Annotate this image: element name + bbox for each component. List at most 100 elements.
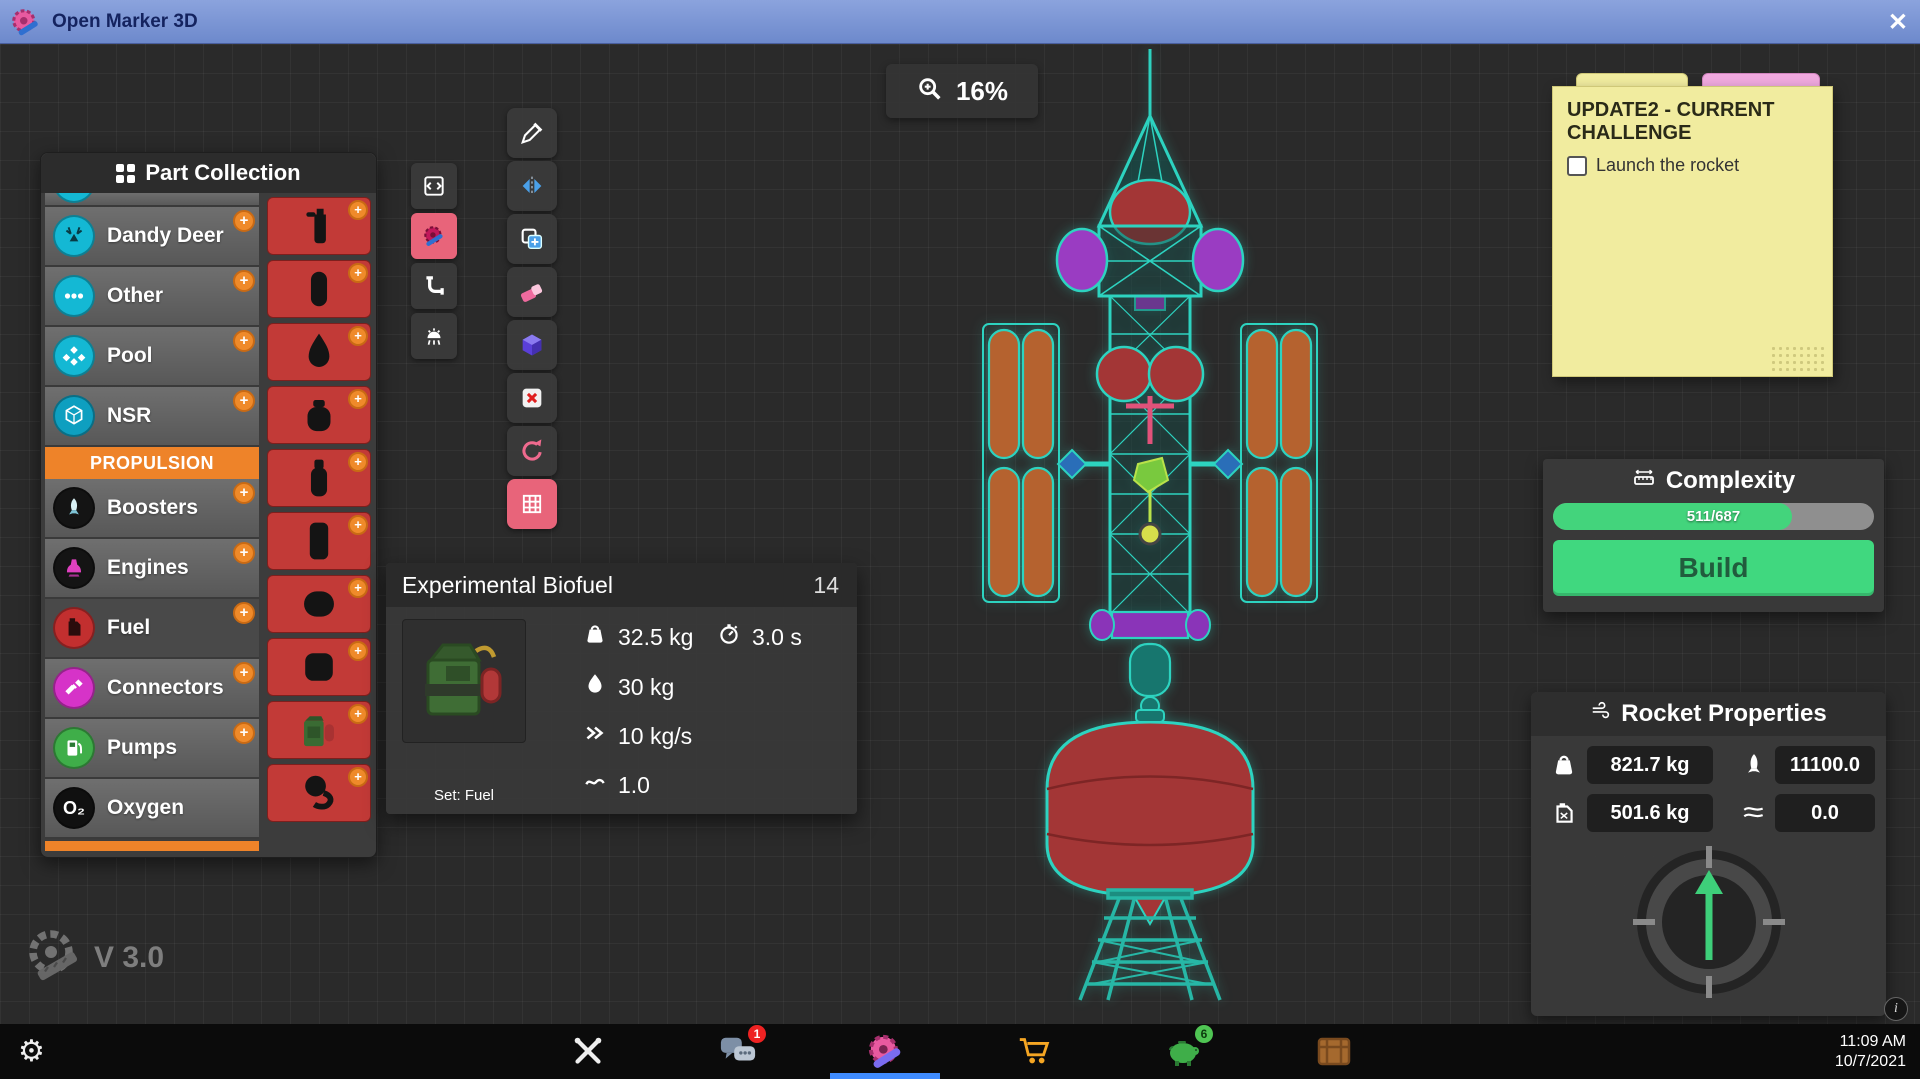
- info-button[interactable]: i: [1884, 997, 1908, 1021]
- part-thumbnail-biofuel[interactable]: +: [267, 701, 371, 759]
- rocket-render[interactable]: [930, 44, 1370, 1014]
- taskbar-bank-icon[interactable]: 6: [1161, 1027, 1209, 1075]
- rocket-icon: [1739, 748, 1769, 782]
- taskbar: ⚙ 1 6 11:09 AM 10/7/2021: [0, 1024, 1920, 1079]
- settings-gear-icon[interactable]: ⚙: [18, 1024, 45, 1079]
- taskbar-crate-icon[interactable]: [1310, 1027, 1358, 1075]
- stat-burn-time-value: 3.0 s: [752, 624, 802, 651]
- add-part-button[interactable]: +: [348, 452, 368, 472]
- version-watermark: V 3.0: [24, 925, 164, 990]
- delete-button[interactable]: [507, 373, 557, 423]
- sidebar-item-fuel[interactable]: Fuel +: [45, 599, 259, 659]
- symmetry-toolbar: [411, 163, 457, 363]
- stat-burn-time: 3.0 s: [716, 621, 802, 653]
- taskbar-combat-icon[interactable]: [564, 1027, 612, 1075]
- game-window: Open Marker 3D ✕ 16% Part Collection Dan…: [0, 0, 1920, 1079]
- challenge-note[interactable]: UPDATE2 - CURRENT CHALLENGE Launch the r…: [1552, 86, 1833, 377]
- sidebar-item-dandy-deer[interactable]: Dandy Deer +: [45, 207, 259, 267]
- part-thumbnail[interactable]: +: [267, 260, 371, 318]
- add-part-button[interactable]: +: [233, 542, 255, 564]
- add-part-button[interactable]: +: [233, 662, 255, 684]
- challenge-title: UPDATE2 - CURRENT CHALLENGE: [1567, 99, 1777, 145]
- sidebar-item-nsr[interactable]: NSR +: [45, 387, 259, 447]
- sidebar-item-boosters[interactable]: Boosters +: [45, 479, 259, 539]
- add-part-button[interactable]: +: [233, 482, 255, 504]
- money-badge: 6: [1195, 1025, 1213, 1043]
- zoom-indicator[interactable]: 16%: [886, 64, 1038, 118]
- copy-button[interactable]: [507, 214, 557, 264]
- eraser-button[interactable]: [507, 267, 557, 317]
- sidebar-item-connectors[interactable]: Connectors +: [45, 659, 259, 719]
- taskbar-chat-icon[interactable]: 1: [714, 1027, 762, 1075]
- part-collection-title: Part Collection: [145, 160, 300, 186]
- category-list: Dandy Deer + Other + Pool +: [45, 193, 259, 841]
- sprinkler-tool-button[interactable]: [411, 313, 457, 359]
- sidebar-item-engines[interactable]: Engines +: [45, 539, 259, 599]
- category-label: Dandy Deer: [107, 207, 224, 265]
- oxygen-symbol: O₂: [63, 798, 85, 819]
- sidebar-item-pool[interactable]: Pool +: [45, 327, 259, 387]
- 3d-cube-button[interactable]: [507, 320, 557, 370]
- add-part-button[interactable]: +: [348, 326, 368, 346]
- rocket-properties-title: Rocket Properties: [1621, 700, 1826, 728]
- part-thumbnail[interactable]: +: [267, 449, 371, 507]
- taskbar-builder-icon[interactable]: [861, 1027, 909, 1075]
- add-part-button[interactable]: +: [348, 389, 368, 409]
- part-thumbnail[interactable]: +: [267, 323, 371, 381]
- add-part-button[interactable]: +: [348, 704, 368, 724]
- rotate-button[interactable]: [507, 426, 557, 476]
- weight-icon: [582, 621, 608, 653]
- build-button[interactable]: Build: [1553, 540, 1874, 596]
- eyedropper-button[interactable]: [507, 108, 557, 158]
- add-part-button[interactable]: +: [348, 578, 368, 598]
- sidebar-item-oxygen[interactable]: O₂ Oxygen: [45, 779, 259, 839]
- pipe-tool-button[interactable]: [411, 263, 457, 309]
- clock: 11:09 AM 10/7/2021: [1835, 1032, 1906, 1072]
- mirror-button[interactable]: [507, 161, 557, 211]
- stat-flow-rate-value: 10 kg/s: [618, 723, 692, 750]
- version-label: V 3.0: [94, 941, 164, 975]
- add-part-button[interactable]: +: [348, 515, 368, 535]
- category-label: Fuel: [107, 599, 150, 657]
- time-label: 11:09 AM: [1835, 1032, 1906, 1052]
- sidebar-item-pumps[interactable]: Pumps +: [45, 719, 259, 779]
- part-thumbnail[interactable]: +: [267, 197, 371, 255]
- active-app-indicator: [830, 1073, 940, 1079]
- rocket-properties-header: Rocket Properties: [1531, 692, 1886, 736]
- launch-direction-gauge[interactable]: [1629, 842, 1789, 1002]
- part-thumbnail[interactable]: +: [267, 638, 371, 696]
- category-label: Engines: [107, 539, 189, 597]
- add-part-button[interactable]: +: [348, 200, 368, 220]
- add-part-button[interactable]: +: [233, 390, 255, 412]
- add-part-button[interactable]: +: [233, 722, 255, 744]
- part-thumbnail[interactable]: +: [267, 575, 371, 633]
- pump-icon: [53, 727, 95, 769]
- properties-icon: [1590, 700, 1612, 729]
- part-thumbnail[interactable]: +: [267, 512, 371, 570]
- section-header-propulsion: PROPULSION: [45, 447, 259, 479]
- window-title: Open Marker 3D: [52, 11, 198, 33]
- sidebar-item-other[interactable]: Other +: [45, 267, 259, 327]
- app-logo-icon: [8, 5, 42, 39]
- split-view-button[interactable]: [411, 163, 457, 209]
- version-logo-icon: [24, 925, 84, 990]
- add-part-button[interactable]: +: [233, 210, 255, 232]
- category-row-partial[interactable]: [45, 193, 259, 207]
- task-checkbox[interactable]: [1567, 156, 1587, 176]
- add-part-button[interactable]: +: [233, 270, 255, 292]
- add-part-button[interactable]: +: [233, 602, 255, 624]
- add-part-button[interactable]: +: [233, 330, 255, 352]
- taskbar-shop-icon[interactable]: [1011, 1027, 1059, 1075]
- snap-grid-button[interactable]: [507, 479, 557, 529]
- add-part-button[interactable]: +: [348, 641, 368, 661]
- close-button[interactable]: ✕: [1888, 0, 1908, 44]
- part-collection-header[interactable]: Part Collection: [41, 153, 376, 193]
- add-part-button[interactable]: +: [348, 767, 368, 787]
- build-mode-button[interactable]: [411, 213, 457, 259]
- weight-icon: [1549, 748, 1579, 782]
- rocket-thrust-value: 11100.0: [1775, 746, 1875, 784]
- part-thumbnail[interactable]: +: [267, 764, 371, 822]
- part-thumbnail[interactable]: +: [267, 386, 371, 444]
- add-part-button[interactable]: +: [348, 263, 368, 283]
- complexity-header: Complexity: [1543, 459, 1884, 503]
